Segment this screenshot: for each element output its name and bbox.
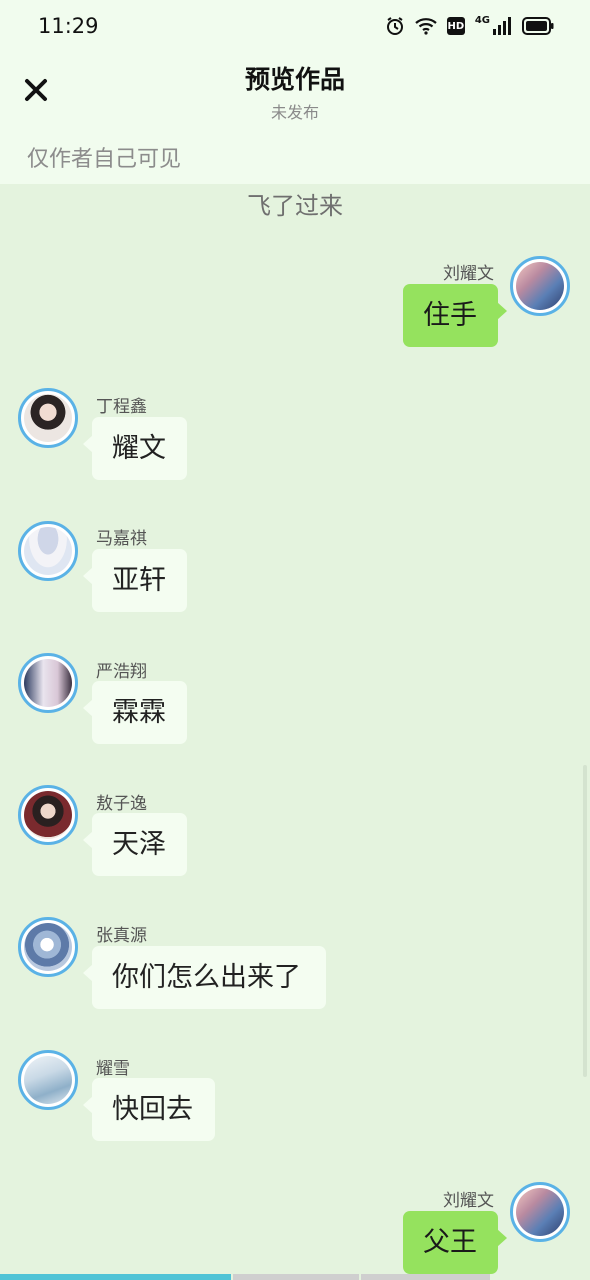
progress-segment (358, 1274, 491, 1280)
avatar[interactable] (510, 256, 570, 316)
publish-status: 未发布 (270, 103, 319, 122)
sender-name: 严浩翔 (96, 662, 147, 682)
progress-segment (231, 1274, 359, 1280)
message-bubble[interactable]: 你们怎么出来了 (83, 946, 326, 1009)
message-bubble[interactable]: 耀文 (83, 417, 187, 480)
avatar[interactable] (18, 917, 78, 977)
sender-name: 马嘉祺 (96, 529, 147, 549)
4g-icon: 4G (474, 15, 490, 26)
status-time: 11:29 (38, 14, 99, 38)
avatar[interactable] (18, 785, 78, 845)
sender-name: 刘耀文 (443, 1191, 494, 1211)
alarm-icon (385, 16, 405, 36)
signal-icon: 4G (475, 16, 512, 36)
scrollbar[interactable] (583, 765, 587, 1077)
sender-name: 张真源 (96, 926, 147, 946)
message-bubble[interactable]: 亚轩 (83, 549, 187, 612)
sender-name: 刘耀文 (443, 264, 494, 284)
visibility-note: 仅作者自己可见 (27, 147, 182, 172)
reading-progress-bar (0, 1274, 590, 1280)
chat-area[interactable]: 飞了过来 刘耀文 住手 丁程鑫 耀文 马嘉祺 亚轩 严浩翔 霖霖 敖子逸 天泽 … (0, 184, 590, 1274)
wifi-icon (415, 17, 437, 35)
progress-fill (0, 1274, 232, 1280)
progress-segment (490, 1274, 590, 1280)
sender-name: 敖子逸 (96, 794, 147, 814)
avatar[interactable] (18, 653, 78, 713)
preview-header: 预览作品 未发布 仅作者自己可见 (0, 52, 590, 184)
message-bubble[interactable]: 父王 (403, 1211, 507, 1274)
battery-icon (522, 17, 554, 35)
status-bar: 11:29 HD 4G (0, 0, 590, 52)
narration-text: 飞了过来 (247, 192, 343, 220)
avatar[interactable] (18, 1050, 78, 1110)
message-bubble[interactable]: 天泽 (83, 813, 187, 876)
page-title: 预览作品 (244, 65, 345, 94)
message-bubble[interactable]: 快回去 (83, 1078, 215, 1141)
hd-badge: HD (446, 17, 465, 35)
message-bubble[interactable]: 住手 (403, 284, 507, 347)
avatar[interactable] (18, 388, 78, 448)
avatar[interactable] (510, 1182, 570, 1242)
message-bubble[interactable]: 霖霖 (83, 681, 187, 744)
status-icons: HD 4G (385, 14, 554, 38)
sender-name: 耀雪 (96, 1059, 130, 1079)
sender-name: 丁程鑫 (96, 397, 147, 417)
avatar[interactable] (18, 521, 78, 581)
